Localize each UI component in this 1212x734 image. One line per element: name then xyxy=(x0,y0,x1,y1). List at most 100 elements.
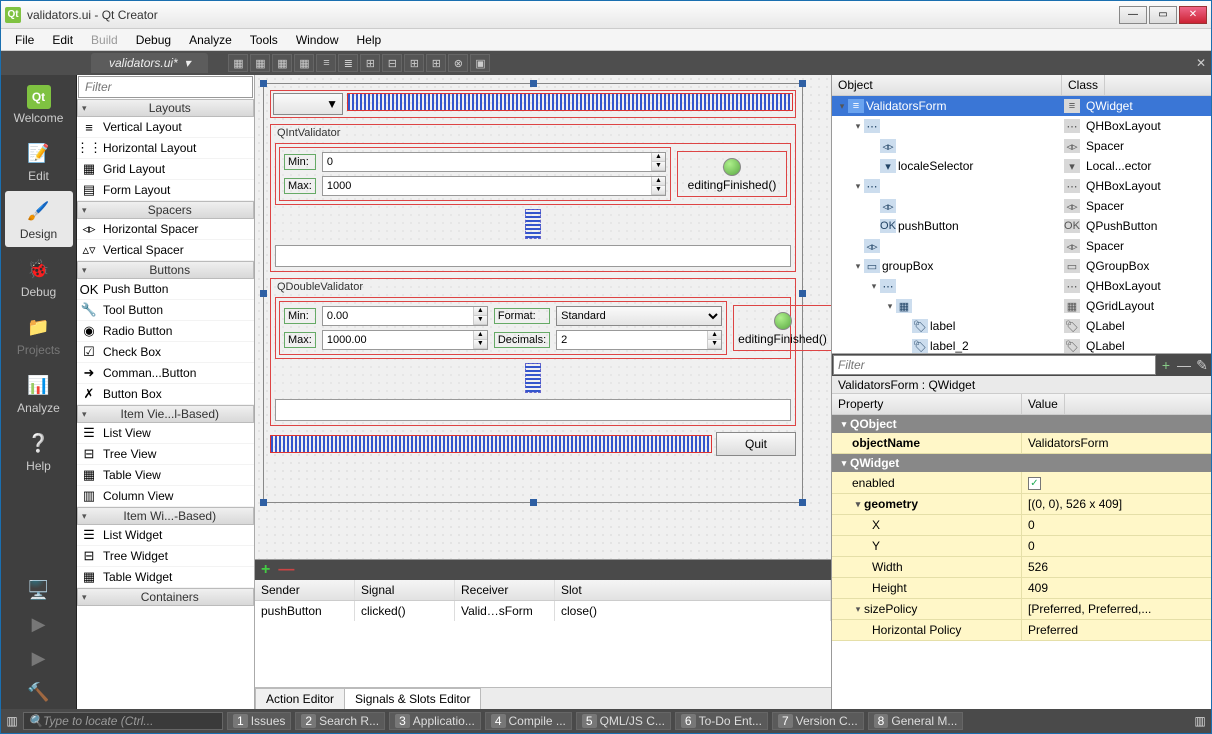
status-pane[interactable]: 6To-Do Ent... xyxy=(675,712,768,730)
mode-debug[interactable]: 🐞Debug xyxy=(5,249,73,305)
object-row[interactable]: ◃▹◃▹Spacer xyxy=(832,136,1211,156)
toolbar-icon[interactable]: ⊞ xyxy=(404,54,424,72)
object-row[interactable]: ▾≡ValidatorsForm≡QWidget xyxy=(832,96,1211,116)
property-row[interactable]: Horizontal PolicyPreferred xyxy=(832,620,1211,641)
int-min-spin[interactable]: ▲▼ xyxy=(322,152,666,172)
toggle-sidebar-icon[interactable]: ▥ xyxy=(5,714,19,728)
add-connection-icon[interactable]: + xyxy=(261,561,270,579)
menu-file[interactable]: File xyxy=(7,31,42,49)
menu-help[interactable]: Help xyxy=(349,31,390,49)
object-row[interactable]: ▾localeSelector▾Local...ector xyxy=(832,156,1211,176)
widget-item[interactable]: 🔧Tool Button xyxy=(77,300,254,321)
object-row[interactable]: ▾▭groupBox▭QGroupBox xyxy=(832,256,1211,276)
int-max-spin[interactable]: ▲▼ xyxy=(322,176,666,196)
menu-build[interactable]: Build xyxy=(83,31,126,49)
widget-item[interactable]: ◉Radio Button xyxy=(77,321,254,342)
add-property-icon[interactable]: + xyxy=(1157,357,1175,373)
toolbar-icon[interactable]: ⊞ xyxy=(360,54,380,72)
menu-edit[interactable]: Edit xyxy=(44,31,81,49)
object-row[interactable]: 🏷label🏷QLabel xyxy=(832,316,1211,336)
widget-item[interactable]: ⋮⋮Horizontal Layout xyxy=(77,138,254,159)
dbl-format-combo[interactable]: Standard xyxy=(556,306,722,326)
object-row[interactable]: ▾⋯⋯QHBoxLayout xyxy=(832,276,1211,296)
dbl-signal-widget[interactable]: editingFinished() xyxy=(733,305,831,351)
form-canvas[interactable]: ▼ QIntValidator Min: ▲▼ Max: ▲▼ xyxy=(255,75,831,559)
dbl-max-spin[interactable]: ▲▼ xyxy=(322,330,488,350)
vertical-spacer[interactable] xyxy=(525,363,541,393)
widget-item[interactable]: ▦Table Widget xyxy=(77,567,254,588)
widget-item[interactable]: ≡Vertical Layout xyxy=(77,117,254,138)
minimize-button[interactable]: — xyxy=(1119,6,1147,24)
status-pane[interactable]: 5QML/JS C... xyxy=(576,712,671,730)
locator-input[interactable]: 🔍 Type to locate (Ctrl... xyxy=(23,712,223,730)
mode-help[interactable]: ❔Help xyxy=(5,423,73,479)
target-selector-icon[interactable]: 🖥️ xyxy=(23,577,55,603)
groupbox-int[interactable]: QIntValidator Min: ▲▼ Max: ▲▼ editingFin… xyxy=(270,124,796,272)
widget-item[interactable]: ▦Table View xyxy=(77,465,254,486)
build-icon[interactable]: 🔨 xyxy=(23,679,55,705)
tab-signals-slots[interactable]: Signals & Slots Editor xyxy=(344,688,481,709)
widget-group-header[interactable]: ▾Layouts xyxy=(77,99,254,117)
toolbar-icon[interactable]: ▦ xyxy=(272,54,292,72)
signal-row[interactable]: pushButtonclicked()Valid…sFormclose() xyxy=(255,601,831,621)
toolbar-icon[interactable]: ▦ xyxy=(228,54,248,72)
tab-action-editor[interactable]: Action Editor xyxy=(255,688,345,709)
toggle-right-icon[interactable]: ▥ xyxy=(1193,714,1207,728)
property-section[interactable]: ▾ QWidget xyxy=(832,454,1211,472)
mode-welcome[interactable]: QtWelcome xyxy=(5,79,73,131)
widget-item[interactable]: ▦Grid Layout xyxy=(77,159,254,180)
horizontal-spacer[interactable] xyxy=(270,435,712,453)
dbl-lineedit[interactable] xyxy=(275,399,791,421)
run-icon[interactable]: ▶ xyxy=(23,611,55,637)
run-debug-icon[interactable]: ▶ xyxy=(23,645,55,671)
object-row[interactable]: ▾⋯⋯QHBoxLayout xyxy=(832,116,1211,136)
quit-button[interactable]: Quit xyxy=(716,432,796,456)
remove-connection-icon[interactable]: — xyxy=(278,561,294,579)
mode-edit[interactable]: 📝Edit xyxy=(5,133,73,189)
menu-debug[interactable]: Debug xyxy=(128,31,179,49)
groupbox-double[interactable]: QDoubleValidator Min: ▲▼ Format: Standar… xyxy=(270,278,796,426)
int-lineedit[interactable] xyxy=(275,245,791,267)
status-pane[interactable]: 2Search R... xyxy=(295,712,385,730)
widget-item[interactable]: ✗Button Box xyxy=(77,384,254,405)
locale-combo[interactable]: ▼ xyxy=(273,93,343,115)
menu-tools[interactable]: Tools xyxy=(242,31,286,49)
status-pane[interactable]: 8General M... xyxy=(868,712,964,730)
int-signal-widget[interactable]: editingFinished() xyxy=(677,151,787,197)
dbl-decimals-spin[interactable]: ▲▼ xyxy=(556,330,722,350)
widget-item[interactable]: ⊟Tree Widget xyxy=(77,546,254,567)
property-editor[interactable]: ▾ QObjectobjectNameValidatorsForm▾ QWidg… xyxy=(832,415,1211,709)
widget-item[interactable]: ▤Form Layout xyxy=(77,180,254,201)
widget-group-header[interactable]: ▾Buttons xyxy=(77,261,254,279)
vertical-spacer[interactable] xyxy=(525,209,541,239)
widget-group-header[interactable]: ▾Item Vie...l-Based) xyxy=(77,405,254,423)
widget-item[interactable]: ▵▿Vertical Spacer xyxy=(77,240,254,261)
configure-icon[interactable]: ✎ xyxy=(1193,357,1211,374)
object-row[interactable]: ◃▹◃▹Spacer xyxy=(832,196,1211,216)
widgetbox-filter[interactable] xyxy=(78,76,253,98)
mode-design[interactable]: 🖌️Design xyxy=(5,191,73,247)
mode-analyze[interactable]: 📊Analyze xyxy=(5,365,73,421)
widget-item[interactable]: OKPush Button xyxy=(77,279,254,300)
widget-item[interactable]: ⊟Tree View xyxy=(77,444,254,465)
close-button[interactable]: ✕ xyxy=(1179,6,1207,24)
open-file-tab[interactable]: validators.ui* ▾ xyxy=(91,53,208,73)
property-row[interactable]: Width526 xyxy=(832,557,1211,578)
property-row[interactable]: Y0 xyxy=(832,536,1211,557)
widget-item[interactable]: ☰List View xyxy=(77,423,254,444)
status-pane[interactable]: 7Version C... xyxy=(772,712,864,730)
object-row[interactable]: ▾▦▦QGridLayout xyxy=(832,296,1211,316)
checkbox-icon[interactable]: ✓ xyxy=(1028,477,1041,490)
dbl-min-spin[interactable]: ▲▼ xyxy=(322,306,488,326)
maximize-button[interactable]: ▭ xyxy=(1149,6,1177,24)
property-row[interactable]: Height409 xyxy=(832,578,1211,599)
remove-property-icon[interactable]: — xyxy=(1175,357,1193,373)
object-inspector[interactable]: ▾≡ValidatorsForm≡QWidget▾⋯⋯QHBoxLayout◃▹… xyxy=(832,96,1211,354)
property-row[interactable]: ▾ geometry[(0, 0), 526 x 409] xyxy=(832,494,1211,515)
widget-item[interactable]: ▥Column View xyxy=(77,486,254,507)
object-row[interactable]: ◃▹◃▹Spacer xyxy=(832,236,1211,256)
toolbar-icon[interactable]: ≡ xyxy=(316,54,336,72)
form-root[interactable]: ▼ QIntValidator Min: ▲▼ Max: ▲▼ xyxy=(263,83,803,503)
toolbar-icon[interactable]: ▦ xyxy=(250,54,270,72)
mode-projects[interactable]: 📁Projects xyxy=(5,307,73,363)
